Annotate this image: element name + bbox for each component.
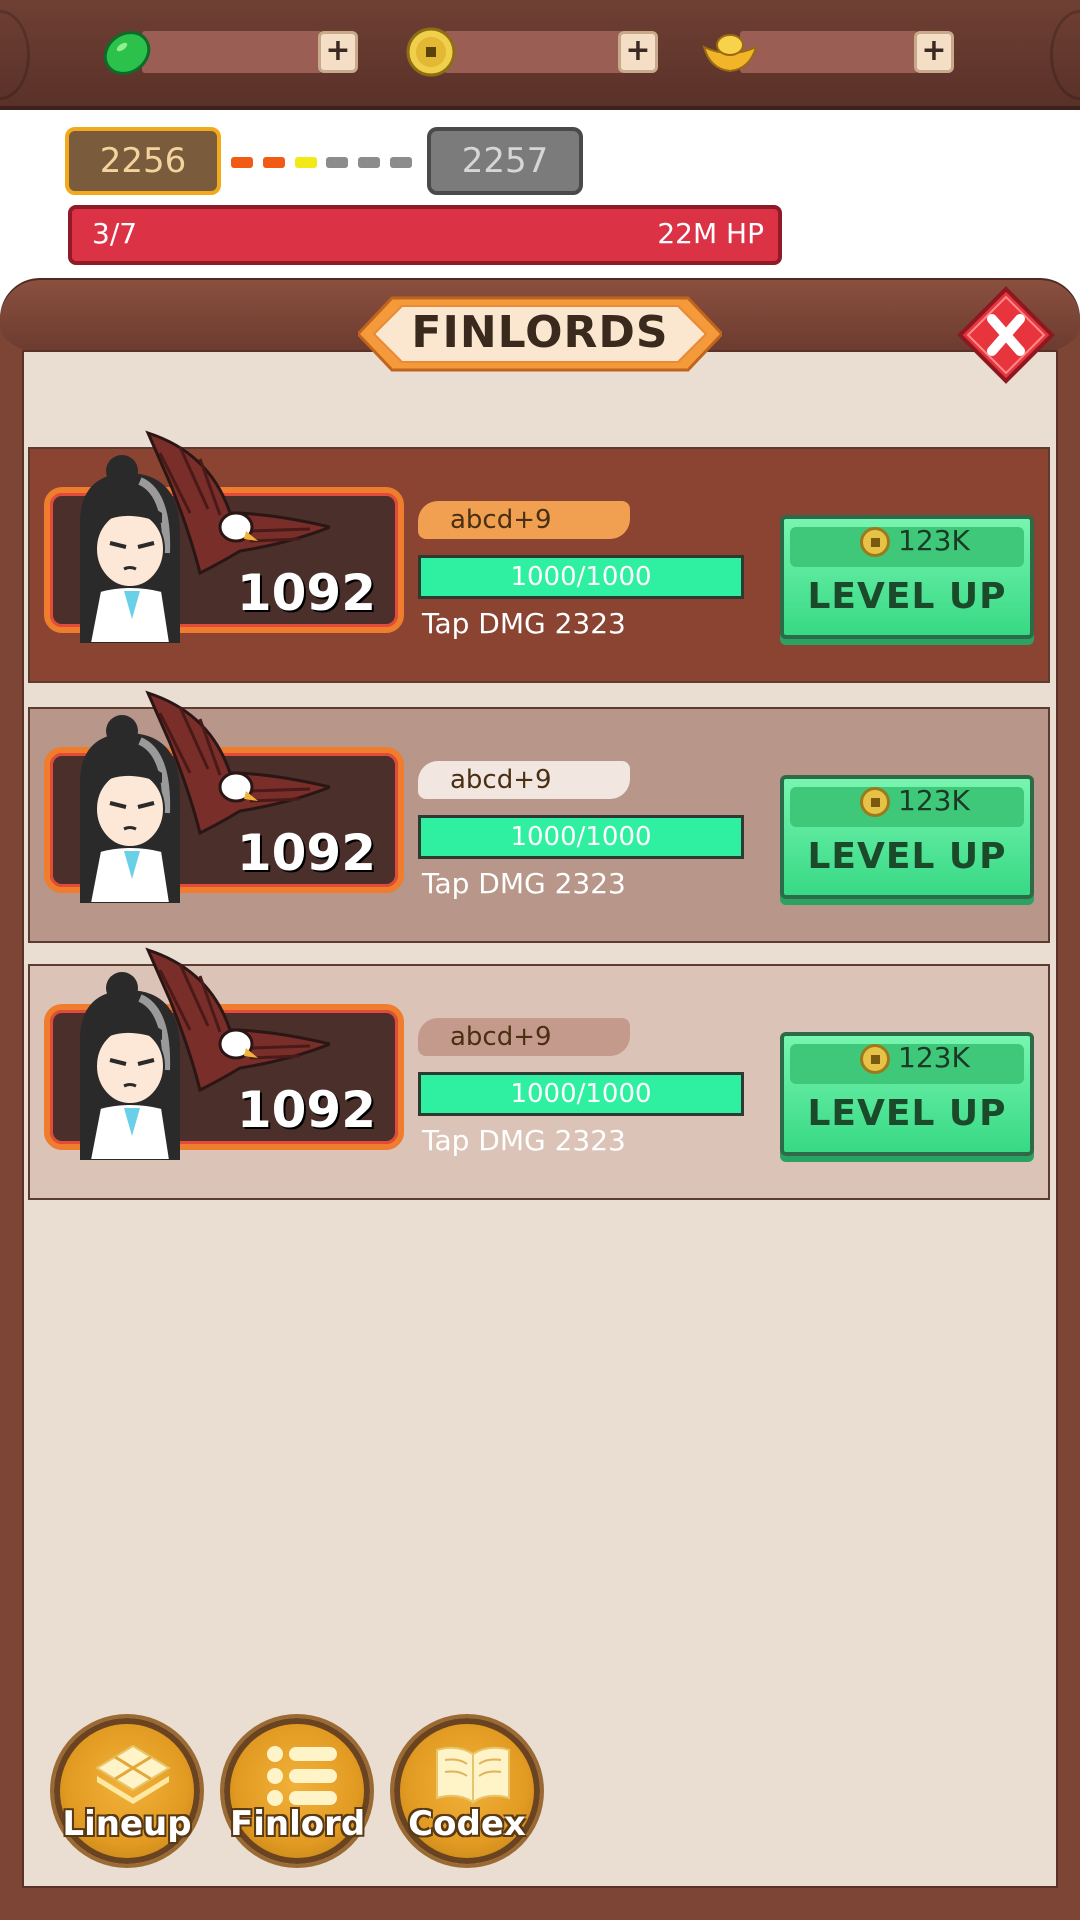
hero-xp-bar: 1000/1000 — [418, 1072, 744, 1116]
currency-jade: + — [102, 31, 360, 75]
boss-hp-value: 22M HP — [657, 217, 764, 250]
finlord-label: Finlord — [230, 1804, 366, 1844]
book-icon — [436, 1746, 510, 1804]
panel-title-banner: FINLORDS — [358, 290, 722, 378]
hero-name-tag: abcd+9 — [418, 1018, 630, 1056]
stage-progress-dot — [295, 157, 317, 168]
finlord-button[interactable]: Finlord — [224, 1718, 370, 1864]
lineup-label: Lineup — [62, 1804, 192, 1844]
hero-power: 1092 — [236, 1081, 376, 1139]
hero-portrait[interactable]: 1092 — [44, 430, 404, 643]
coin-icon — [860, 1044, 890, 1074]
lineup-icon — [95, 1744, 171, 1804]
add-coin-button[interactable]: + — [618, 31, 658, 73]
currency-coin: + — [404, 27, 662, 77]
boss-hp-bar: 3/7 22M HP — [68, 205, 782, 265]
currency-track — [142, 31, 322, 73]
hero-power: 1092 — [236, 824, 376, 882]
hero-power: 1092 — [236, 564, 376, 622]
stage-progress-dot — [358, 157, 380, 168]
coin-icon — [860, 527, 890, 557]
level-up-cost-value: 123K — [898, 784, 970, 817]
hero-xp-bar: 1000/1000 — [418, 555, 744, 599]
hero-row: 1092 abcd+9 1000/1000 Tap DMG 2323 123K LEVEL… — [28, 690, 1050, 943]
wave-counter: 3/7 — [92, 217, 138, 250]
level-up-button[interactable]: 123K LEVEL UP — [780, 775, 1034, 899]
gold-ingot-icon — [702, 34, 758, 73]
hero-name-tag: abcd+9 — [418, 761, 630, 799]
add-jade-button[interactable]: + — [318, 31, 358, 73]
currency-bar: + + + — [0, 0, 1080, 110]
close-x-icon — [957, 286, 1055, 384]
hero-tap-damage: Tap DMG 2323 — [422, 867, 626, 900]
stage-progress-dot — [263, 157, 285, 168]
hero-name-tag: abcd+9 — [418, 501, 630, 539]
add-ingot-button[interactable]: + — [914, 31, 954, 73]
level-up-cost-value: 123K — [898, 1041, 970, 1074]
level-up-cost-value: 123K — [898, 524, 970, 557]
hero-portrait[interactable]: 1092 — [44, 947, 404, 1160]
corner-ornament — [0, 10, 30, 100]
stage-progress-dot — [390, 157, 412, 168]
close-button[interactable] — [956, 285, 1056, 385]
jade-icon — [103, 31, 151, 75]
hero-xp-bar: 1000/1000 — [418, 815, 744, 859]
current-stage-badge: 2256 — [65, 127, 221, 195]
level-up-label: LEVEL UP — [807, 576, 1007, 617]
stage-progress-dot — [326, 157, 348, 168]
coin-icon — [860, 787, 890, 817]
currency-track — [740, 31, 918, 73]
currency-track — [444, 31, 624, 73]
level-up-label: LEVEL UP — [807, 836, 1007, 877]
corner-ornament — [1050, 10, 1080, 100]
stage-progress-dot — [231, 157, 253, 168]
hero-portrait[interactable]: 1092 — [44, 690, 404, 903]
lineup-button[interactable]: Lineup — [54, 1718, 200, 1864]
level-up-label: LEVEL UP — [807, 1093, 1007, 1134]
list-icon — [267, 1746, 337, 1806]
level-up-button[interactable]: 123K LEVEL UP — [780, 1032, 1034, 1156]
currency-ingot: + — [700, 31, 958, 73]
coin-icon — [406, 27, 456, 77]
hero-tap-damage: Tap DMG 2323 — [422, 1124, 626, 1157]
codex-button[interactable]: Codex — [394, 1718, 540, 1864]
panel-title: FINLORDS — [411, 307, 669, 358]
hero-tap-damage: Tap DMG 2323 — [422, 607, 626, 640]
level-up-button[interactable]: 123K LEVEL UP — [780, 515, 1034, 639]
codex-label: Codex — [408, 1804, 526, 1844]
hero-row: 1092 abcd+9 1000/1000 Tap DMG 2323 123K LEVEL… — [28, 947, 1050, 1200]
hero-row: 1092 abcd+9 1000/1000 Tap DMG 2323 123K LEVEL… — [28, 430, 1050, 683]
next-stage-badge: 2257 — [427, 127, 583, 195]
